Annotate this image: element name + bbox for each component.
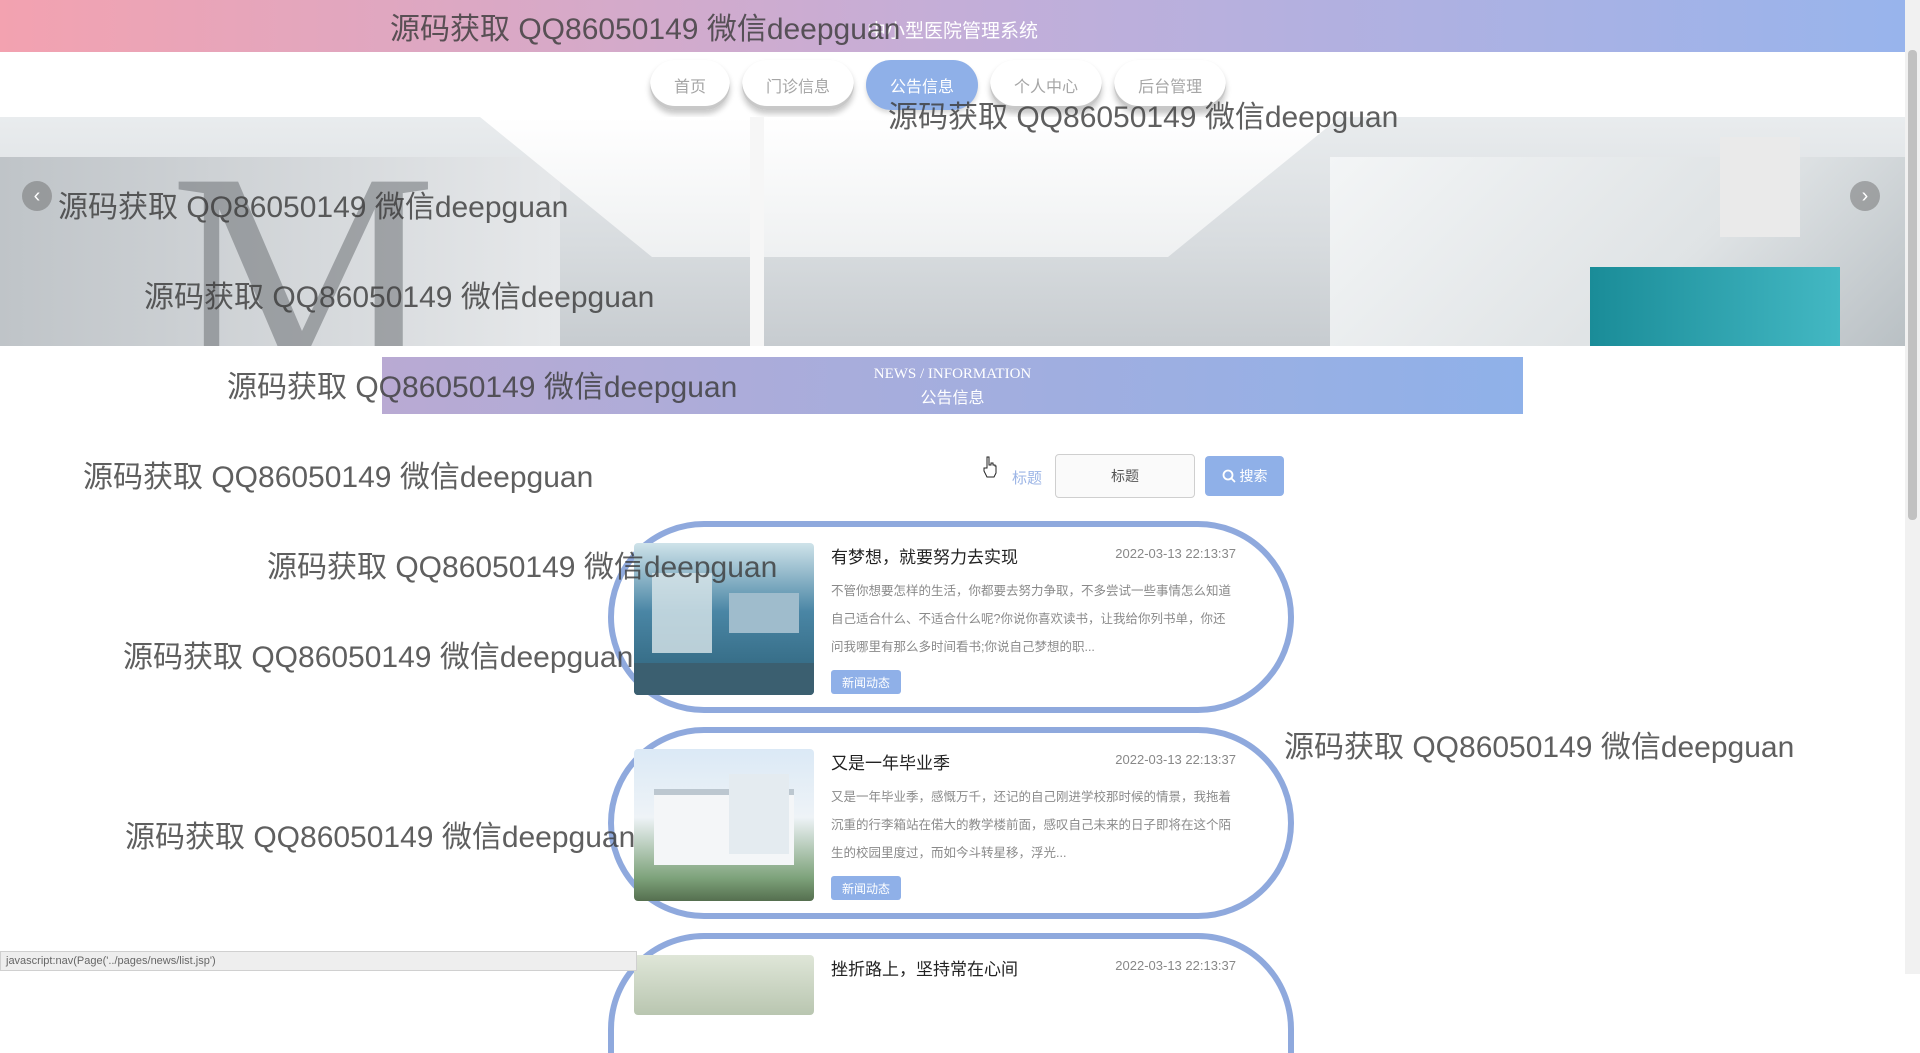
section-title-cn: 公告信息 [920,390,985,407]
chevron-right-icon: › [1861,184,1869,207]
search-icon [1222,469,1236,483]
main-nav: 首页 门诊信息 公告信息 个人中心 后台管理 [650,60,1227,112]
nav-item-profile[interactable]: 个人中心 [990,60,1103,110]
banner-image-sign [1720,137,1800,237]
news-card[interactable]: 有梦想，就要努力去实现 2022-03-13 22:13:37 不管你想要怎样的… [608,521,1294,713]
section-title: NEWS / INFORMATION 公告信息 [382,357,1523,414]
search-label: 标题 [1012,470,1043,487]
watermark-text: 源码获取 QQ86050149 微信deepguan [125,821,636,854]
news-card[interactable]: 挫折路上，坚持常在心间 2022-03-13 22:13:37 [608,933,1294,1053]
banner-decorative-letter: M [170,117,437,346]
watermark-text: 源码获取 QQ86050149 微信deepguan [1284,731,1795,764]
banner-image-ceiling [480,117,1340,257]
news-tag[interactable]: 新闻动态 [831,670,902,694]
news-summary: 又是一年毕业季，感慨万千，还记的自己刚进学校那时候的情景，我拖着沉重的行李箱站在… [831,790,1232,860]
page-scrollbar[interactable] [1905,0,1920,974]
banner-carousel: M [0,117,1905,346]
hand-cursor-icon [983,456,997,478]
news-thumbnail[interactable] [634,955,814,1015]
news-date: 2022-03-13 22:13:37 [1115,546,1236,561]
news-date: 2022-03-13 22:13:37 [1115,958,1236,973]
section-title-en: NEWS / INFORMATION [873,366,1032,382]
chevron-left-icon: ‹ [33,184,41,207]
nav-item-notices[interactable]: 公告信息 [866,60,979,110]
scrollbar-thumb[interactable] [1908,50,1917,520]
watermark-text: 源码获取 QQ86050149 微信deepguan [123,641,634,674]
news-card[interactable]: 又是一年毕业季 2022-03-13 22:13:37 又是一年毕业季，感慨万千… [608,727,1294,919]
nav-item-home[interactable]: 首页 [650,60,731,110]
news-tag[interactable]: 新闻动态 [831,876,902,900]
nav-item-clinic[interactable]: 门诊信息 [742,60,855,110]
news-thumbnail[interactable] [634,749,814,901]
news-thumbnail[interactable] [634,543,814,695]
nav-item-admin[interactable]: 后台管理 [1114,60,1227,110]
banner-image-beam [750,117,764,346]
site-title: 中小型医院管理系统 [866,21,1038,42]
search-input[interactable] [1055,454,1195,498]
news-title[interactable]: 又是一年毕业季 [831,749,950,774]
search-button[interactable]: 搜索 [1205,456,1284,496]
carousel-prev-button[interactable]: ‹ [22,181,52,211]
news-date: 2022-03-13 22:13:37 [1115,752,1236,767]
watermark-text: 源码获取 QQ86050149 微信deepguan [83,461,594,494]
carousel-next-button[interactable]: › [1850,181,1880,211]
news-title[interactable]: 有梦想，就要努力去实现 [831,543,1018,568]
search-button-label: 搜索 [1239,468,1268,484]
news-summary: 不管你想要怎样的生活，你都要去努力争取，不多尝试一些事情怎么知道自己适合什么、不… [831,584,1232,654]
news-title[interactable]: 挫折路上，坚持常在心间 [831,955,1018,980]
banner-image-console [1590,267,1840,346]
browser-status-bar: javascript:nav(Page('../pages/news/list.… [0,951,637,971]
